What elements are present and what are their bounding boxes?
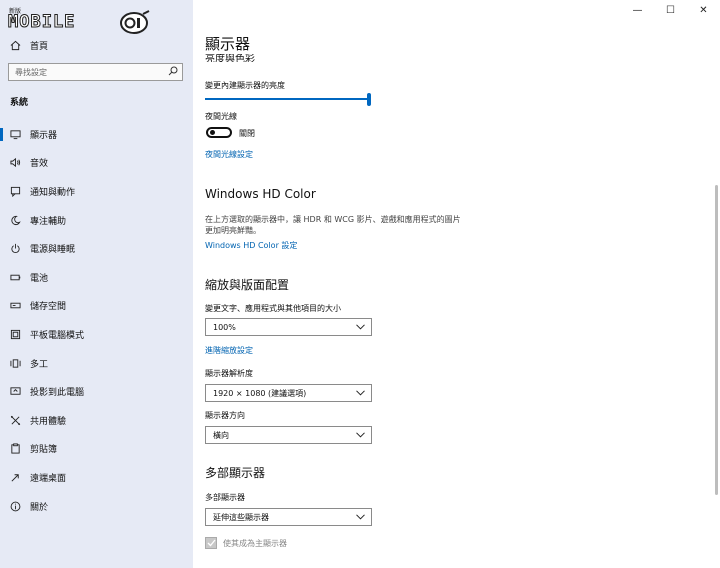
scale-label: 變更文字、應用程式與其他項目的大小 [205,304,341,313]
chevron-down-icon [356,514,365,520]
sidebar: 新版 MOBILE 01 首頁 系統 顯示器 音效 [0,0,193,568]
sidebar-item-about[interactable]: 關於 [0,492,193,521]
brightness-slider[interactable] [205,93,371,106]
info-icon [0,501,30,512]
sidebar-item-multitasking[interactable]: 多工 [0,349,193,378]
sidebar-item-label: 剪貼簿 [30,445,58,456]
chevron-down-icon [356,432,365,438]
scale-layout-heading: 縮放與版面配置 [205,278,290,292]
sidebar-item-shared-experiences[interactable]: 共用體驗 [0,406,193,435]
sidebar-item-display[interactable]: 顯示器 [0,120,193,149]
sidebar-item-label: 投影到此電腦 [30,388,85,399]
sidebar-nav: 顯示器 音效 通知與動作 專注輔助 電源與睡眠 電池 儲存空間 平板電腦模式 多… [0,120,193,520]
sidebar-item-label: 電源與睡眠 [30,245,76,256]
resolution-label: 顯示器解析度 [205,369,253,378]
sidebar-item-label: 多工 [30,359,49,370]
night-light-settings-link[interactable]: 夜間光線設定 [205,149,253,160]
search-icon[interactable] [168,66,178,79]
close-button[interactable]: ✕ [687,0,720,20]
sidebar-item-focus-assist[interactable]: 專注輔助 [0,206,193,235]
logo-badge-icon: 01 [120,10,150,34]
hd-color-description-line2: 更加明亮鮮豔。 [205,226,261,235]
sidebar-item-label: 遠端桌面 [30,473,67,484]
sidebar-item-clipboard[interactable]: 剪貼簿 [0,435,193,464]
sidebar-item-label: 共用體驗 [30,416,67,427]
sidebar-item-sound[interactable]: 音效 [0,149,193,178]
sidebar-item-tablet-mode[interactable]: 平板電腦模式 [0,320,193,349]
sidebar-item-remote-desktop[interactable]: 遠端桌面 [0,463,193,492]
hd-color-description: 在上方選取的顯示器中，讓 HDR 和 WCG 影片、遊戲和應用程式的圖片 更加明… [205,214,461,236]
remote-icon [0,472,30,483]
window-controls: — ☐ ✕ [621,0,720,20]
search-input[interactable] [15,67,155,77]
sidebar-item-label: 專注輔助 [30,216,67,227]
hd-color-settings-link[interactable]: Windows HD Color 設定 [205,240,297,251]
project-icon [0,386,30,397]
brightness-label: 變更內建顯示器的亮度 [205,81,285,90]
clipboard-icon [0,443,30,454]
page-title: 顯示器 [205,35,251,53]
sidebar-item-label: 音效 [30,159,49,170]
sidebar-item-label: 通知與動作 [30,187,76,198]
brightness-slider-thumb[interactable] [367,93,371,106]
main-display-checkbox[interactable] [205,537,217,549]
chevron-down-icon [356,324,365,330]
sidebar-item-label: 關於 [30,502,49,513]
home-icon [0,40,30,51]
orientation-dropdown[interactable]: 橫向 [205,426,372,444]
settings-content: — ☐ ✕ 顯示器 亮度與色彩 變更內建顯示器的亮度 夜間光線 關閉 夜間光線設… [193,0,720,568]
sidebar-item-label: 儲存空間 [30,302,67,313]
sidebar-item-label: 顯示器 [30,130,58,141]
multitask-icon [0,358,30,369]
moon-icon [0,215,30,226]
night-light-state: 關閉 [239,129,255,138]
scale-dropdown[interactable]: 100% [205,318,372,336]
storage-icon [0,300,30,311]
brightness-slider-track [205,98,369,100]
sidebar-item-label: 平板電腦模式 [30,330,85,341]
toggle-knob [210,130,215,135]
content-scrollbar[interactable] [715,185,718,495]
scale-dropdown-value: 100% [213,322,236,332]
orientation-label: 顯示器方向 [205,411,245,420]
sidebar-item-label: 電池 [30,273,49,284]
sidebar-item-battery[interactable]: 電池 [0,263,193,292]
sidebar-item-project[interactable]: 投影到此電腦 [0,377,193,406]
hd-color-heading: Windows HD Color [205,187,316,201]
maximize-button[interactable]: ☐ [654,0,687,20]
advanced-scaling-link[interactable]: 進階縮放設定 [205,345,253,356]
mobile01-logo: 新版 MOBILE 01 [7,6,150,34]
night-light-toggle[interactable] [206,127,232,138]
resolution-dropdown[interactable]: 1920 × 1080 (建議選項) [205,384,372,402]
notification-icon [0,186,30,197]
shared-icon [0,415,30,426]
minimize-button[interactable]: — [621,0,654,20]
sidebar-item-power[interactable]: 電源與睡眠 [0,234,193,263]
logo-word: MOBILE [7,12,76,33]
night-light-label: 夜間光線 [205,112,237,121]
multiple-displays-label: 多部顯示器 [205,493,245,502]
hd-color-description-line1: 在上方選取的顯示器中，讓 HDR 和 WCG 影片、遊戲和應用程式的圖片 [205,215,461,224]
tablet-icon [0,329,30,340]
speaker-icon [0,157,30,168]
multiple-displays-dropdown-value: 延伸這些顯示器 [213,512,269,522]
multiple-displays-dropdown[interactable]: 延伸這些顯示器 [205,508,372,526]
brightness-section-heading: 亮度與色彩 [205,54,255,62]
resolution-dropdown-value: 1920 × 1080 (建議選項) [213,388,307,398]
orientation-dropdown-value: 橫向 [213,430,229,440]
battery-icon [0,272,30,283]
checkmark-icon [207,539,216,547]
sidebar-item-notifications[interactable]: 通知與動作 [0,177,193,206]
sidebar-item-storage[interactable]: 儲存空間 [0,292,193,321]
monitor-icon [0,129,30,140]
main-display-label: 使其成為主顯示器 [223,539,287,548]
nav-home[interactable]: 首頁 [0,36,193,54]
multiple-displays-heading: 多部顯示器 [205,466,266,480]
nav-home-label: 首頁 [30,41,49,52]
chevron-down-icon [356,390,365,396]
power-icon [0,243,30,254]
sidebar-section-title: 系統 [10,98,29,108]
search-box[interactable] [8,63,183,81]
